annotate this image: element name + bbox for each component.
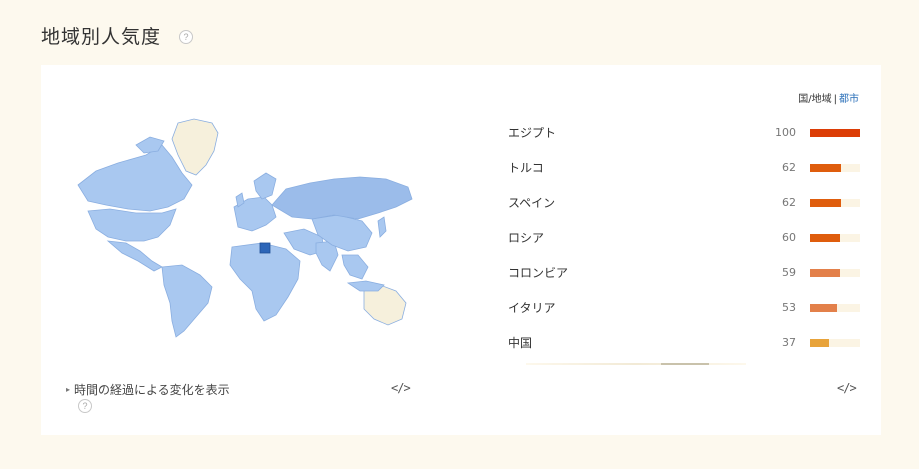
value-bar <box>810 164 841 172</box>
region-value: 37 <box>782 336 796 349</box>
value-bar <box>810 269 840 277</box>
embed-code-icon[interactable]: </> <box>391 381 411 395</box>
value-bar <box>810 339 829 347</box>
timeline-label: 時間の経過による変化を表示 <box>74 383 230 397</box>
list-item[interactable]: エジプト 100 <box>508 115 860 150</box>
list-item[interactable]: スペイン 62 <box>508 185 860 220</box>
world-map[interactable] <box>66 115 416 340</box>
scrollbar-thumb[interactable] <box>661 363 709 365</box>
region-value: 62 <box>782 196 796 209</box>
section-title: 地域別人気度 <box>41 26 162 48</box>
embed-code-icon[interactable]: </> <box>837 381 857 395</box>
map-greenland <box>171 118 219 176</box>
region-name: トルコ <box>508 161 544 175</box>
map-japan <box>377 216 387 238</box>
value-bar-track <box>810 129 860 137</box>
value-bar <box>810 304 837 312</box>
region-name: エジプト <box>508 126 557 140</box>
map-mexico <box>106 240 163 272</box>
value-bar <box>810 234 840 242</box>
region-name: イタリア <box>508 301 556 315</box>
region-value: 62 <box>782 161 796 174</box>
map-usa <box>87 208 177 242</box>
list-item[interactable]: ロシア 60 <box>508 220 860 255</box>
map-south-america <box>161 264 213 338</box>
show-change-over-time-toggle[interactable]: ▸ 時間の経過による変化を表示 <box>66 381 230 398</box>
region-name: ロシア <box>508 231 545 245</box>
map-russia <box>271 176 413 220</box>
map-se-asia <box>341 254 369 280</box>
value-bar-track <box>810 339 860 347</box>
region-value: 60 <box>782 231 796 244</box>
country-region-option[interactable]: 国/地域 <box>798 94 831 105</box>
help-icon[interactable]: ? <box>78 399 92 413</box>
map-land-regions <box>77 136 387 338</box>
value-bar-track <box>810 199 860 207</box>
list-scrollbar[interactable] <box>526 363 746 365</box>
region-name: スペイン <box>508 196 556 210</box>
value-bar <box>810 129 860 137</box>
list-item[interactable]: イタリア 53 <box>508 290 860 325</box>
map-africa <box>229 242 301 322</box>
region-value: 53 <box>782 301 796 314</box>
list-item[interactable]: 中国 37 <box>508 325 860 360</box>
region-name: 中国 <box>508 336 533 350</box>
map-scandinavia <box>253 172 277 200</box>
map-canada <box>77 144 193 212</box>
region-value: 59 <box>782 266 796 279</box>
list-item[interactable]: トルコ 62 <box>508 150 860 185</box>
value-bar-track <box>810 234 860 242</box>
interest-by-region-panel: ▸ 時間の経過による変化を表示 ? </> 国/地域 | 都市 エジプト 100 ト… <box>41 65 881 435</box>
map-indonesia <box>346 280 385 292</box>
value-bar-track <box>810 269 860 277</box>
city-option[interactable]: 都市 <box>839 94 859 105</box>
region-name: コロンビア <box>508 266 569 280</box>
value-bar-track <box>810 304 860 312</box>
caret-right-icon: ▸ <box>66 385 71 394</box>
region-value: 100 <box>775 126 796 139</box>
map-egypt <box>259 242 271 254</box>
value-bar-track <box>810 164 860 172</box>
toggle-separator: | <box>833 94 837 105</box>
region-resolution-toggle: 国/地域 | 都市 <box>798 90 859 105</box>
list-item[interactable]: コロンビア 59 <box>508 255 860 290</box>
region-ranking-list: エジプト 100 トルコ 62 スペイン 62 ロシア 60 コロンビア 59 … <box>508 115 860 360</box>
value-bar <box>810 199 841 207</box>
help-icon[interactable]: ? <box>179 30 193 44</box>
